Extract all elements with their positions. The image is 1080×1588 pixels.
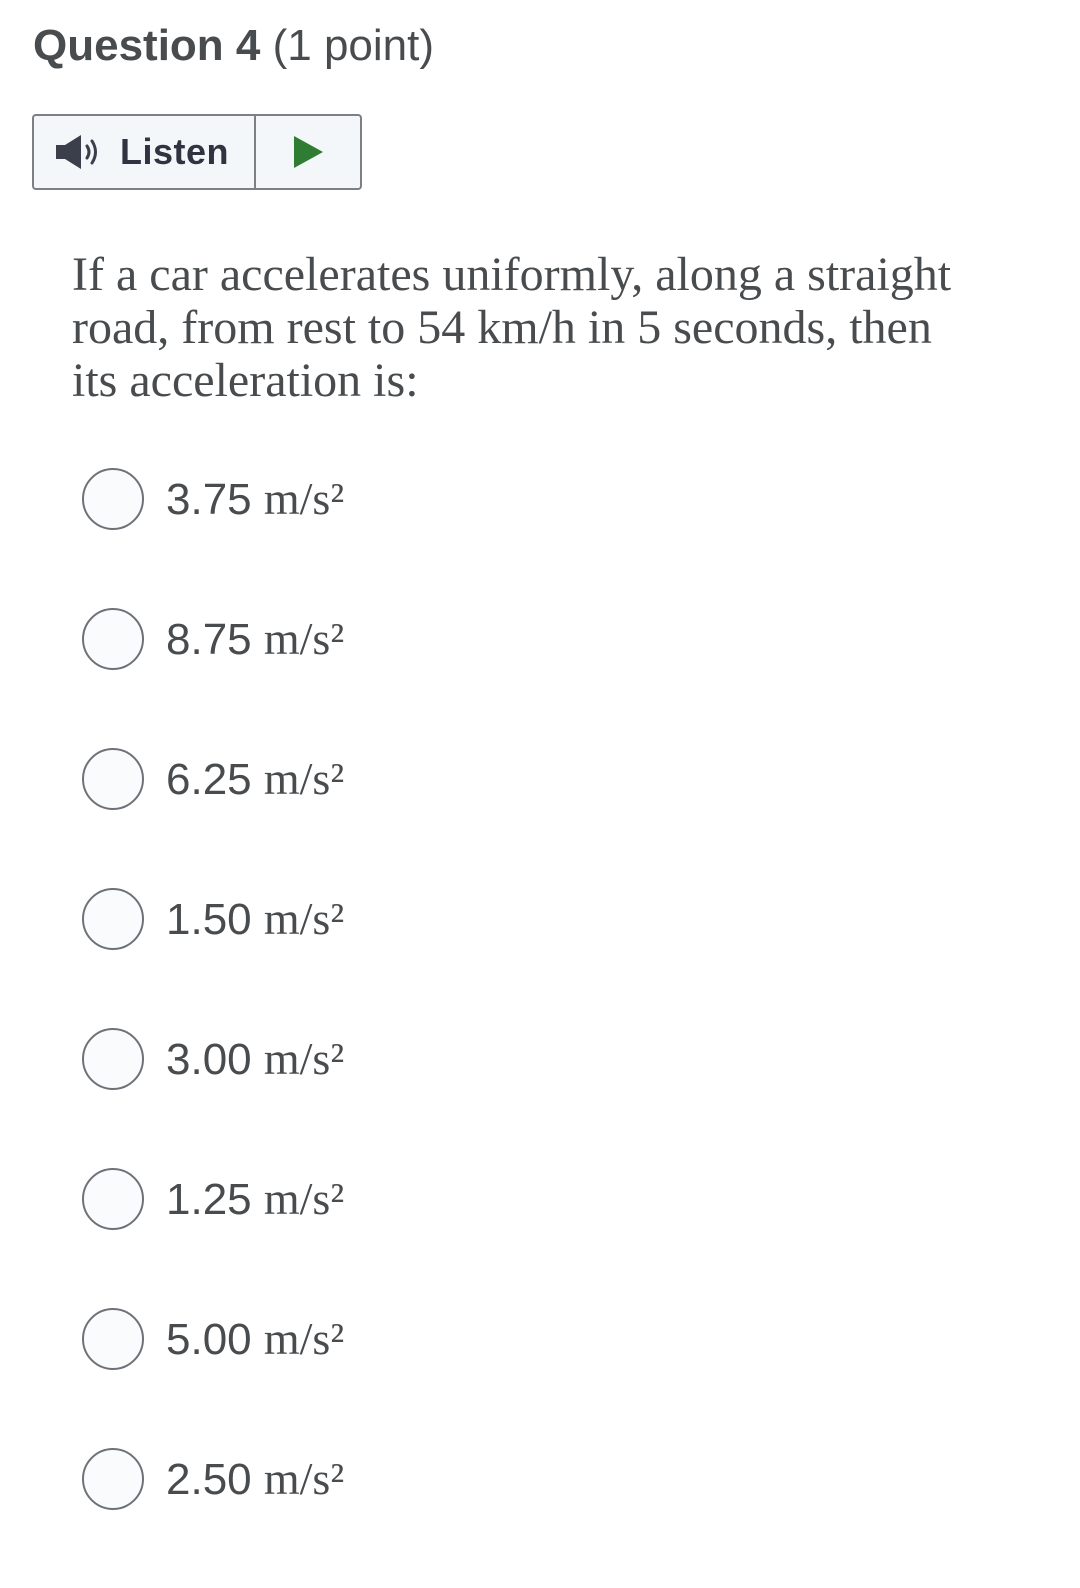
option-unit: m/s² [263,753,345,804]
answer-option[interactable]: 3.75 m/s² [82,468,344,608]
option-unit: m/s² [263,1453,345,1504]
option-label: 8.75 m/s² [166,608,344,671]
play-button[interactable] [256,116,360,188]
speaker-icon [54,132,104,172]
listen-button[interactable]: Listen [34,116,256,188]
play-icon [291,134,325,170]
radio-button[interactable] [82,888,144,950]
option-value: 2.50 [166,1455,252,1504]
answer-option[interactable]: 1.25 m/s² [82,1168,344,1308]
option-unit: m/s² [263,473,345,524]
question-prompt: If a car accelerates uniformly, along a … [72,248,952,407]
option-label: 6.25 m/s² [166,748,344,811]
option-label: 3.00 m/s² [166,1028,344,1091]
radio-button[interactable] [82,1308,144,1370]
option-label: 5.00 m/s² [166,1308,344,1371]
answer-option[interactable]: 5.00 m/s² [82,1308,344,1448]
radio-button[interactable] [82,608,144,670]
option-value: 5.00 [166,1315,252,1364]
option-value: 1.25 [166,1175,252,1224]
answer-option[interactable]: 1.50 m/s² [82,888,344,1028]
answer-option[interactable]: 6.25 m/s² [82,748,344,888]
option-value: 8.75 [166,615,252,664]
answer-option[interactable]: 3.00 m/s² [82,1028,344,1168]
option-unit: m/s² [263,1173,345,1224]
option-value: 3.00 [166,1035,252,1084]
question-points: (1 point) [272,21,435,70]
option-value: 1.50 [166,895,252,944]
question-title: Question 4 (1 point) [33,18,434,74]
option-value: 6.25 [166,755,252,804]
option-unit: m/s² [263,1313,345,1364]
listen-label: Listen [120,131,230,172]
option-value: 3.75 [166,475,252,524]
answer-option[interactable]: 8.75 m/s² [82,608,344,748]
option-label: 1.50 m/s² [166,888,344,951]
answer-option[interactable]: 2.50 m/s² [82,1448,344,1588]
radio-button[interactable] [82,1448,144,1510]
option-label: 1.25 m/s² [166,1168,344,1231]
radio-button[interactable] [82,748,144,810]
radio-button[interactable] [82,468,144,530]
option-unit: m/s² [263,893,345,944]
radio-button[interactable] [82,1168,144,1230]
option-unit: m/s² [263,1033,345,1084]
option-unit: m/s² [263,613,345,664]
answer-options: 3.75 m/s² 8.75 m/s² 6.25 m/s² 1.50 m/s² … [82,468,344,1588]
option-label: 2.50 m/s² [166,1448,344,1511]
question-label: Question 4 [33,21,261,70]
radio-button[interactable] [82,1028,144,1090]
option-label: 3.75 m/s² [166,468,344,531]
listen-widget: Listen [32,114,362,190]
